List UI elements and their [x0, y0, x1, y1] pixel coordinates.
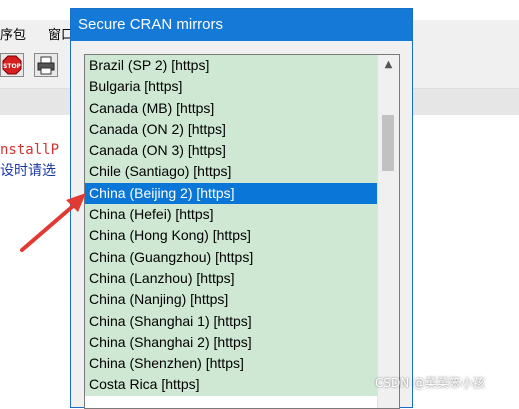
watermark: CSDN @菜菜笨小孩	[375, 376, 486, 390]
red-arrow-annotation	[20, 193, 86, 252]
